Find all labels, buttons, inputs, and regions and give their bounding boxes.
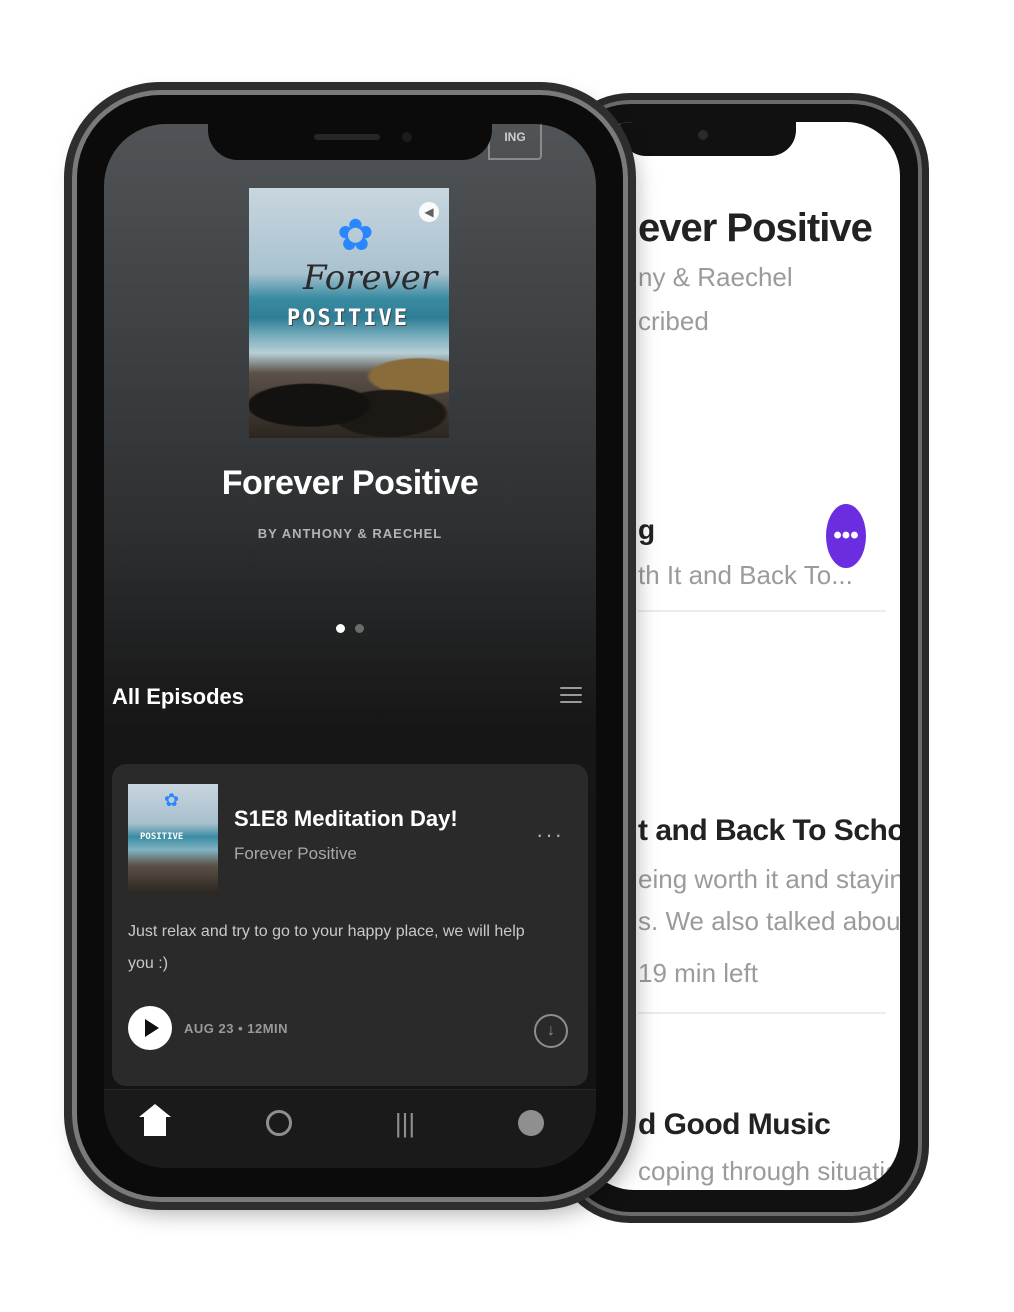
front-phone-notch [208, 124, 492, 160]
pager-dot-active[interactable] [336, 624, 345, 633]
search-icon [266, 1110, 292, 1136]
back-episode-desc: s. We also talked abou... [638, 906, 900, 936]
episode-show-name: Forever Positive [234, 844, 357, 863]
cover-rocks [249, 356, 449, 438]
library-icon: ||| [394, 1108, 416, 1138]
tab-home[interactable] [138, 1104, 172, 1140]
cover-script-text: Forever [303, 258, 438, 298]
back-show-title: ever Positive [638, 206, 873, 250]
flower-icon: ✿ [164, 790, 180, 810]
episode-meta: AUG 23 • 12MIN [184, 1021, 289, 1036]
episode-title[interactable]: S1E8 Meditation Day! [234, 806, 458, 832]
tab-premium[interactable] [514, 1106, 548, 1140]
thumb-block-text: POSITIVE [140, 832, 184, 842]
speaker-grille [314, 134, 380, 140]
tab-search[interactable] [262, 1106, 296, 1140]
play-icon [145, 1019, 159, 1037]
flower-icon: ✿ [337, 211, 374, 260]
back-divider [638, 1012, 886, 1014]
front-camera [402, 132, 412, 142]
home-icon [139, 1104, 171, 1136]
pager-dot[interactable] [355, 624, 364, 633]
show-title: Forever Positive [221, 464, 479, 502]
episode-card[interactable]: ✿ POSITIVE S1E8 Meditation Day! Forever … [112, 764, 588, 1086]
back-episode-desc: eing worth it and staying [638, 864, 900, 894]
sound-icon: ◀ [419, 202, 439, 222]
episode-more-icon[interactable]: ··· [536, 822, 564, 848]
front-phone-screen: ING ◀ ✿ Forever POSITIVE Forever Positiv… [104, 124, 596, 1168]
back-episode-title[interactable]: g [638, 514, 655, 546]
episode-description: Just relax and try to go to your happy p… [128, 923, 525, 972]
download-icon[interactable]: ↓ [534, 1014, 568, 1048]
more-options-button[interactable]: ••• [826, 504, 866, 568]
back-phone-notch [620, 122, 796, 156]
show-author: BY ANTHONY & RAECHEL [257, 526, 443, 541]
back-subscribed-label[interactable]: cribed [638, 306, 709, 337]
all-episodes-heading: All Episodes [112, 684, 245, 709]
back-episode-title[interactable]: d Good Music [638, 1108, 831, 1142]
cover-block-text: POSITIVE [287, 306, 409, 331]
podcast-cover-art: ◀ ✿ Forever POSITIVE [249, 188, 449, 438]
pager-dots [104, 624, 596, 633]
back-episode-desc: th It and Back To... [638, 560, 853, 590]
following-button[interactable]: ING [488, 124, 542, 160]
back-camera [698, 130, 708, 140]
back-divider [638, 610, 886, 612]
back-show-author: ny & Raechel [638, 262, 793, 292]
bottom-tab-bar: ||| [104, 1089, 596, 1168]
back-episode-desc: coping through situations [638, 1156, 900, 1186]
list-sort-icon[interactable] [560, 684, 582, 706]
back-episode-title[interactable]: t and Back To School [638, 814, 900, 848]
tab-library[interactable]: ||| [388, 1106, 422, 1140]
back-phone-screen: ever Positive ny & Raechel cribed g th I… [580, 122, 900, 1190]
back-time-left: 19 min left [638, 958, 758, 988]
play-button[interactable] [128, 1006, 172, 1050]
front-phone-frame: ING ◀ ✿ Forever POSITIVE Forever Positiv… [72, 90, 628, 1202]
episode-thumbnail: ✿ POSITIVE [128, 784, 218, 894]
spotify-icon [518, 1110, 544, 1136]
